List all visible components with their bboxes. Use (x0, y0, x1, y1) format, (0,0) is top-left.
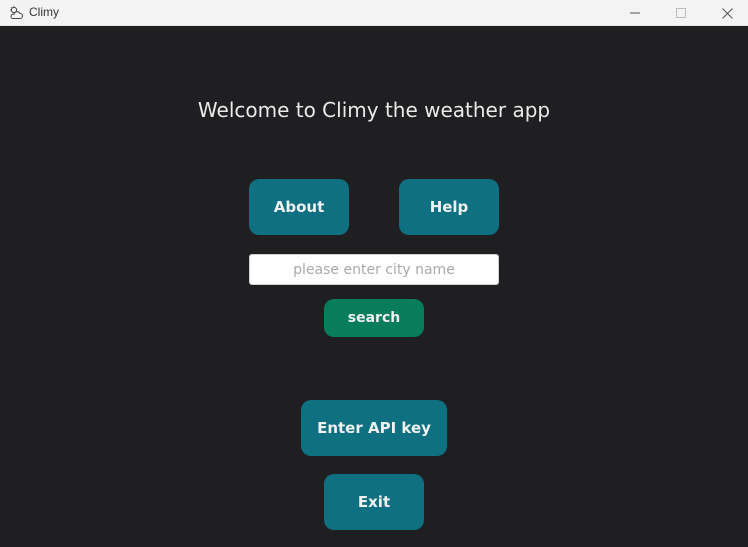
main-panel: Welcome to Climy the weather app About H… (0, 26, 748, 547)
close-icon (721, 7, 733, 19)
title-bar[interactable]: Climy (0, 0, 748, 26)
enter-api-key-button[interactable]: Enter API key (301, 400, 447, 456)
minimize-button[interactable] (612, 0, 658, 26)
city-name-input[interactable] (249, 254, 499, 285)
help-button[interactable]: Help (399, 179, 499, 235)
close-button[interactable] (704, 0, 748, 26)
maximize-icon (676, 8, 686, 18)
exit-button[interactable]: Exit (324, 474, 424, 530)
welcome-heading: Welcome to Climy the weather app (197, 98, 551, 122)
minimize-icon (630, 12, 640, 14)
maximize-button[interactable] (658, 0, 704, 26)
search-button[interactable]: search (324, 299, 424, 337)
app-window: Climy Welcome to Climy the weather app A… (0, 0, 748, 547)
about-button[interactable]: About (249, 179, 349, 235)
window-title: Climy (29, 5, 59, 19)
cloud-sun-icon (8, 5, 24, 21)
